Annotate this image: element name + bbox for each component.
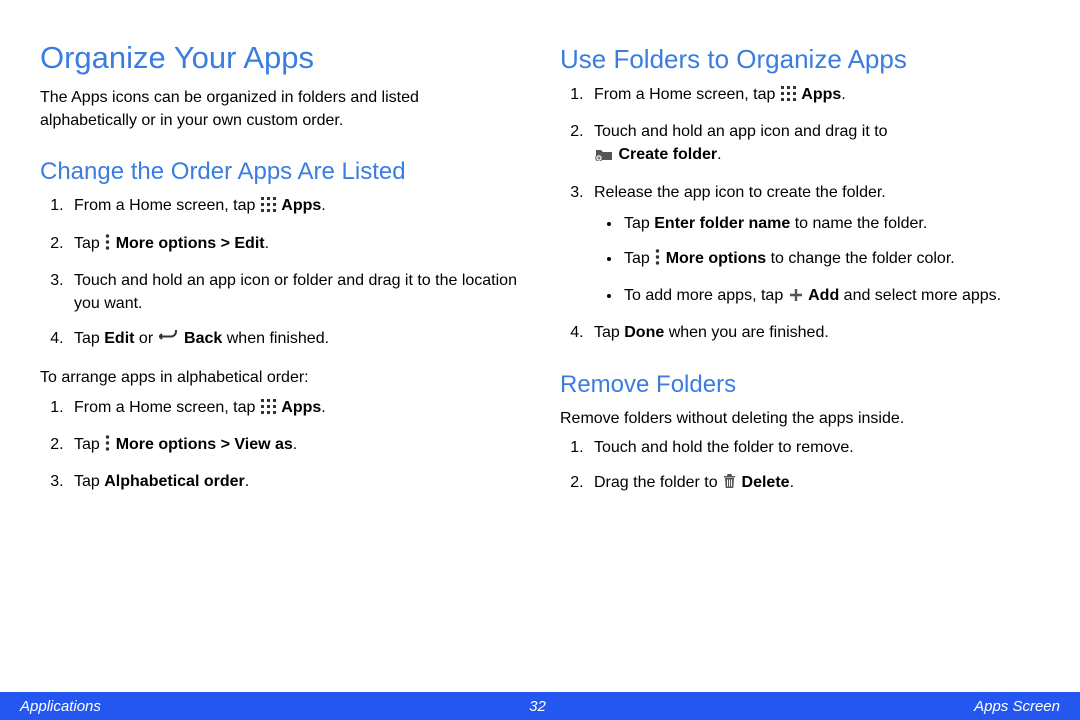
substep: Tap Enter folder name to name the folder… [622, 212, 1040, 235]
text: when you are finished. [664, 324, 829, 341]
text: . [265, 235, 269, 252]
footer-left: Applications [20, 698, 101, 715]
step: Tap Edit or Back when finished. [68, 327, 520, 352]
right-column: Use Folders to Organize Apps From a Home… [560, 40, 1040, 642]
alpha-intro: To arrange apps in alphabetical order: [40, 366, 520, 389]
step: Touch and hold the folder to remove. [588, 436, 1040, 459]
create-folder-icon [595, 145, 613, 168]
bold: More options > Edit [116, 235, 265, 252]
apps-grid-icon [261, 398, 276, 421]
alpha-steps: From a Home screen, tap Apps. Tap More o… [68, 396, 520, 494]
text: Touch and hold an app icon and drag it t… [594, 123, 888, 140]
text: . [245, 473, 249, 490]
remove-intro: Remove folders without deleting the apps… [560, 407, 1040, 430]
text: Tap [74, 473, 104, 490]
text: and select more apps. [839, 287, 1001, 304]
text: Tap [74, 235, 104, 252]
heading-use-folders: Use Folders to Organize Apps [560, 44, 1040, 75]
step: Touch and hold an app icon and drag it t… [588, 120, 1040, 168]
text: . [717, 146, 721, 163]
text: . [321, 399, 325, 416]
bold: More options > View as [116, 436, 293, 453]
bold: More options [666, 250, 766, 267]
text: to name the folder. [790, 215, 927, 232]
bold: Enter folder name [654, 215, 790, 232]
footer-right: Apps Screen [974, 698, 1060, 715]
more-options-icon [105, 234, 110, 257]
plus-icon [789, 286, 803, 309]
text: To add more apps, tap [624, 287, 788, 304]
text: From a Home screen, tap [74, 399, 260, 416]
substeps: Tap Enter folder name to name the folder… [622, 212, 1040, 310]
text: Tap [74, 436, 104, 453]
more-options-icon [655, 249, 660, 272]
text: . [790, 474, 794, 491]
text: or [134, 330, 157, 347]
text: From a Home screen, tap [594, 86, 780, 103]
heading-organize-your-apps: Organize Your Apps [40, 40, 520, 76]
step: From a Home screen, tap Apps. [68, 396, 520, 421]
text: . [841, 86, 845, 103]
page-footer: Applications 32 Apps Screen [0, 692, 1080, 720]
step: Drag the folder to Delete. [588, 471, 1040, 496]
use-folders-steps: From a Home screen, tap Apps. Touch and … [588, 83, 1040, 345]
step: Release the app icon to create the folde… [588, 181, 1040, 310]
text: Release the app icon to create the folde… [594, 184, 886, 201]
bold: Delete [742, 474, 790, 491]
bold: Create folder [618, 146, 717, 163]
change-order-steps: From a Home screen, tap Apps. Tap More o… [68, 194, 520, 352]
bold: Apps [801, 86, 841, 103]
text: Drag the folder to [594, 474, 722, 491]
step: Tap Alphabetical order. [68, 470, 520, 493]
heading-remove-folders: Remove Folders [560, 371, 1040, 399]
step: Tap Done when you are finished. [588, 321, 1040, 344]
left-column: Organize Your Apps The Apps icons can be… [40, 40, 520, 642]
step: From a Home screen, tap Apps. [68, 194, 520, 219]
apps-grid-icon [261, 196, 276, 219]
text: Tap [624, 215, 654, 232]
bold: Add [808, 287, 839, 304]
text: when finished. [222, 330, 329, 347]
back-icon [159, 329, 179, 352]
bold: Done [624, 324, 664, 341]
text: . [293, 436, 297, 453]
bold: Alphabetical order [104, 473, 244, 490]
apps-grid-icon [781, 85, 796, 108]
text: Tap [594, 324, 624, 341]
bold: Apps [281, 399, 321, 416]
footer-page-number: 32 [529, 698, 546, 715]
more-options-icon [105, 435, 110, 458]
text: to change the folder color. [766, 250, 955, 267]
intro-text: The Apps icons can be organized in folde… [40, 86, 520, 132]
step: Tap More options > View as. [68, 433, 520, 458]
text: From a Home screen, tap [74, 197, 260, 214]
heading-change-order: Change the Order Apps Are Listed [40, 158, 520, 186]
step: Tap More options > Edit. [68, 232, 520, 257]
page-content: Organize Your Apps The Apps icons can be… [0, 0, 1080, 692]
substep: To add more apps, tap Add and select mor… [622, 284, 1040, 309]
text: Tap [74, 330, 104, 347]
bold: Apps [281, 197, 321, 214]
bold: Back [184, 330, 222, 347]
remove-steps: Touch and hold the folder to remove. Dra… [588, 436, 1040, 496]
trash-icon [723, 473, 736, 496]
text: Tap [624, 250, 654, 267]
text: . [321, 197, 325, 214]
substep: Tap More options to change the folder co… [622, 247, 1040, 272]
step: Touch and hold an app icon or folder and… [68, 269, 520, 315]
step: From a Home screen, tap Apps. [588, 83, 1040, 108]
bold: Edit [104, 330, 134, 347]
